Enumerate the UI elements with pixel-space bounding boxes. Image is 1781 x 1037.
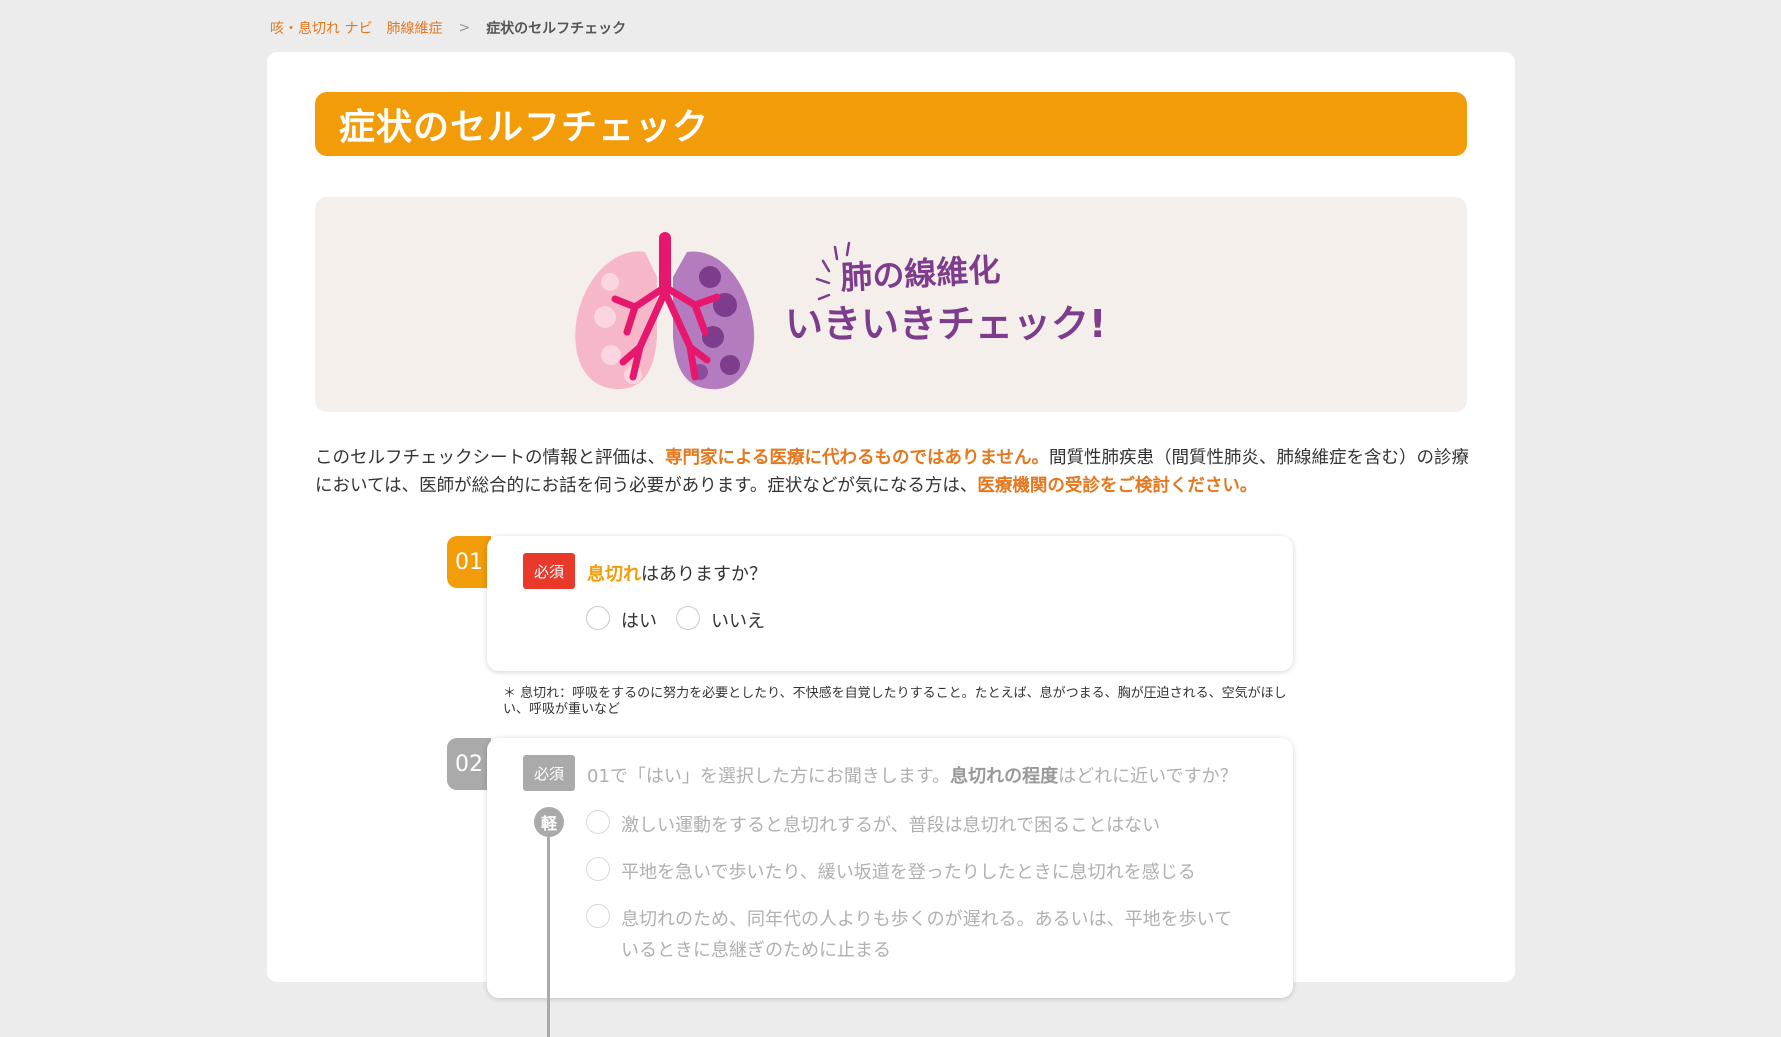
question-01-highlight: 息切れ [587, 564, 641, 585]
question-02-box: 必須 01で「はい」を選択した方にお聞きします。息切れの程度はどれに近いですか？… [487, 738, 1293, 1037]
intro-highlight2: 医療機関の受診をご検討ください。 [977, 476, 1258, 496]
severity-2-label[interactable]: 平地を急いで歩いたり、緩い坂道を登ったりしたときに息切れを感じる [621, 858, 1196, 884]
question-02-post: はどれに近いですか？ [1058, 766, 1238, 787]
question-01-note: ＊ 息切れ：呼吸をするのに努力を必要としたり、不快感を自覚したりすること。たとえ… [503, 686, 1287, 717]
radio-severity-3[interactable] [586, 904, 610, 928]
radio-no[interactable] [676, 606, 700, 630]
lung-illustration: 肺の線維化 いきいきチェック! [575, 232, 1106, 390]
main-card: 症状のセルフチェック 肺の線維化 いきいきチェック! このセルフチェックシートの… [267, 52, 1515, 1037]
chevron-right-icon: > [458, 20, 471, 36]
intro-highlight1: 専門家による医療に代わるものではありません。 [665, 448, 1049, 468]
page-title-bar: 症状のセルフチェック [315, 92, 1467, 156]
question-01-text: 息切れはありますか？ [587, 560, 767, 586]
question-02-pre: 01で「はい」を選択した方にお聞きします。 [587, 766, 951, 787]
radio-yes[interactable] [586, 606, 610, 630]
page-title: 症状のセルフチェック [339, 107, 710, 148]
question-02-text: 01で「はい」を選択した方にお聞きします。息切れの程度はどれに近いですか？ [587, 762, 1238, 788]
breadcrumb-home-link[interactable]: 咳・息切れ ナビ 肺線維症 [270, 18, 442, 38]
scale-mild-icon: 軽 [534, 807, 564, 837]
radio-severity-1[interactable] [586, 810, 610, 834]
question-02-bold: 息切れの程度 [950, 766, 1059, 787]
intro-part1: このセルフチェックシートの情報と評価は、 [315, 448, 665, 468]
severity-1-label[interactable]: 激しい運動をすると息切れするが、普段は息切れで困ることはない [621, 811, 1160, 837]
scale-line [547, 837, 550, 1037]
severity-3-label[interactable]: 息切れのため、同年代の人よりも歩くのが遅れる。あるいは、平地を歩いて [621, 905, 1232, 931]
question-01-rest: はありますか？ [641, 564, 767, 585]
breadcrumb: 咳・息切れ ナビ 肺線維症 > 症状のセルフチェック [270, 18, 626, 38]
radio-yes-label[interactable]: はい [621, 607, 657, 633]
required-badge: 必須 [523, 755, 575, 791]
banner-line1: 肺の線維化 [839, 251, 1001, 297]
question-number-02: 02 [447, 738, 491, 790]
radio-no-label[interactable]: いいえ [711, 607, 765, 633]
severity-3-label-cont[interactable]: いるときに息継ぎのために止まる [621, 936, 891, 962]
radio-severity-2[interactable] [586, 857, 610, 881]
required-badge: 必須 [523, 553, 575, 589]
intro-text: このセルフチェックシートの情報と評価は、専門家による医療に代わるものではありませ… [315, 444, 1475, 500]
hero-banner: 肺の線維化 いきいきチェック! [315, 197, 1467, 412]
question-number-01: 01 [447, 536, 491, 588]
banner-line2: いきいきチェック! [785, 302, 1106, 346]
breadcrumb-current: 症状のセルフチェック [486, 21, 627, 37]
question-01-box: 必須 息切れはありますか？ はい いいえ [487, 536, 1293, 671]
